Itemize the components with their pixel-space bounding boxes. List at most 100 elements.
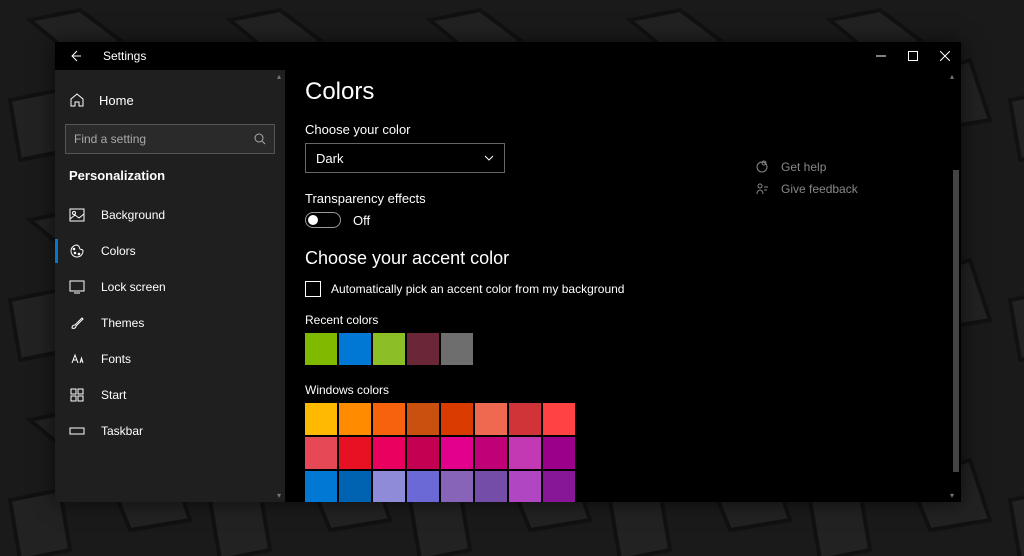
- choose-color-label: Choose your color: [305, 122, 745, 137]
- recent-colors-label: Recent colors: [305, 313, 745, 327]
- toggle-state: Off: [353, 213, 370, 228]
- app-title: Settings: [103, 49, 146, 63]
- maximize-button[interactable]: [897, 42, 929, 70]
- monitor-icon: [69, 279, 85, 295]
- windows-colors-label: Windows colors: [305, 383, 745, 397]
- color-swatch[interactable]: [543, 437, 575, 469]
- sidebar: Home Find a setting Personalization Back…: [55, 70, 285, 502]
- nav-label: Fonts: [101, 352, 131, 366]
- settings-window: Settings Home Find a setting Persona: [55, 42, 961, 502]
- back-button[interactable]: [69, 49, 83, 63]
- brush-icon: [69, 315, 85, 331]
- nav-colors[interactable]: Colors: [55, 233, 285, 269]
- sidebar-scrollbar[interactable]: ▴ ▾: [273, 70, 285, 502]
- color-swatch[interactable]: [407, 437, 439, 469]
- nav-lockscreen[interactable]: Lock screen: [55, 269, 285, 305]
- color-swatch[interactable]: [475, 471, 507, 502]
- color-swatch[interactable]: [373, 471, 405, 502]
- nav-label: Start: [101, 388, 126, 402]
- search-icon: [254, 133, 266, 145]
- home-label: Home: [99, 93, 134, 108]
- color-swatch[interactable]: [373, 403, 405, 435]
- color-swatch[interactable]: [373, 437, 405, 469]
- page-title: Colors: [305, 78, 745, 106]
- palette-icon: [69, 243, 85, 259]
- color-swatch[interactable]: [543, 403, 575, 435]
- maximize-icon: [908, 51, 918, 61]
- color-swatch[interactable]: [475, 437, 507, 469]
- color-swatch[interactable]: [305, 471, 337, 502]
- titlebar: Settings: [55, 42, 961, 70]
- nav-background[interactable]: Background: [55, 197, 285, 233]
- color-swatch[interactable]: [339, 403, 371, 435]
- color-swatch[interactable]: [441, 471, 473, 502]
- color-swatch[interactable]: [509, 471, 541, 502]
- feedback-icon: [755, 182, 769, 196]
- nav-themes[interactable]: Themes: [55, 305, 285, 341]
- home-nav[interactable]: Home: [55, 82, 285, 118]
- help-label: Get help: [781, 160, 826, 174]
- content-area: Colors Choose your color Dark Transparen…: [285, 70, 961, 502]
- recent-colors: [305, 333, 745, 365]
- color-swatch[interactable]: [509, 403, 541, 435]
- nav-label: Themes: [101, 316, 144, 330]
- transparency-label: Transparency effects: [305, 191, 745, 206]
- minimize-button[interactable]: [865, 42, 897, 70]
- color-swatch[interactable]: [305, 333, 337, 365]
- taskbar-icon: [69, 423, 85, 439]
- picture-icon: [69, 207, 85, 223]
- back-arrow-icon: [69, 49, 83, 63]
- chevron-down-icon: ▾: [950, 491, 954, 500]
- accent-heading: Choose your accent color: [305, 248, 745, 269]
- color-swatch[interactable]: [475, 403, 507, 435]
- auto-accent-checkbox[interactable]: [305, 281, 321, 297]
- transparency-toggle[interactable]: [305, 212, 341, 228]
- scrollbar-thumb[interactable]: [953, 170, 959, 472]
- color-mode-dropdown[interactable]: Dark: [305, 143, 505, 173]
- grid-icon: [69, 387, 85, 403]
- auto-accent-row[interactable]: Automatically pick an accent color from …: [305, 281, 745, 297]
- color-swatch[interactable]: [339, 333, 371, 365]
- color-swatch[interactable]: [407, 471, 439, 502]
- nav-fonts[interactable]: Fonts: [55, 341, 285, 377]
- color-swatch[interactable]: [441, 333, 473, 365]
- color-swatch[interactable]: [339, 471, 371, 502]
- close-icon: [940, 51, 950, 61]
- search-input[interactable]: Find a setting: [65, 124, 275, 154]
- minimize-icon: [876, 51, 886, 61]
- color-swatch[interactable]: [441, 437, 473, 469]
- color-swatch[interactable]: [509, 437, 541, 469]
- chevron-up-icon: ▴: [277, 72, 281, 81]
- color-swatch[interactable]: [339, 437, 371, 469]
- nav-label: Background: [101, 208, 165, 222]
- color-swatch[interactable]: [441, 403, 473, 435]
- color-swatch[interactable]: [407, 333, 439, 365]
- nav-label: Taskbar: [101, 424, 143, 438]
- color-swatch[interactable]: [305, 437, 337, 469]
- chevron-down-icon: ▾: [277, 491, 281, 500]
- home-icon: [69, 92, 85, 108]
- nav-start[interactable]: Start: [55, 377, 285, 413]
- give-feedback-link[interactable]: Give feedback: [755, 178, 858, 200]
- chevron-down-icon: [484, 155, 494, 161]
- nav-label: Colors: [101, 244, 136, 258]
- windows-colors-grid: [305, 403, 745, 502]
- nav-taskbar[interactable]: Taskbar: [55, 413, 285, 449]
- close-button[interactable]: [929, 42, 961, 70]
- window-controls: [865, 42, 961, 70]
- get-help-link[interactable]: Get help: [755, 156, 858, 178]
- color-swatch[interactable]: [543, 471, 575, 502]
- color-swatch[interactable]: [305, 403, 337, 435]
- chevron-up-icon: ▴: [950, 72, 954, 81]
- font-icon: [69, 351, 85, 367]
- color-swatch[interactable]: [373, 333, 405, 365]
- nav-label: Lock screen: [101, 280, 166, 294]
- color-swatch[interactable]: [407, 403, 439, 435]
- category-label: Personalization: [55, 168, 285, 197]
- dropdown-value: Dark: [316, 151, 343, 166]
- feedback-label: Give feedback: [781, 182, 858, 196]
- auto-accent-label: Automatically pick an accent color from …: [331, 282, 624, 296]
- content-scrollbar[interactable]: ▴ ▾: [947, 70, 961, 502]
- search-placeholder: Find a setting: [74, 132, 146, 146]
- help-icon: [755, 160, 769, 174]
